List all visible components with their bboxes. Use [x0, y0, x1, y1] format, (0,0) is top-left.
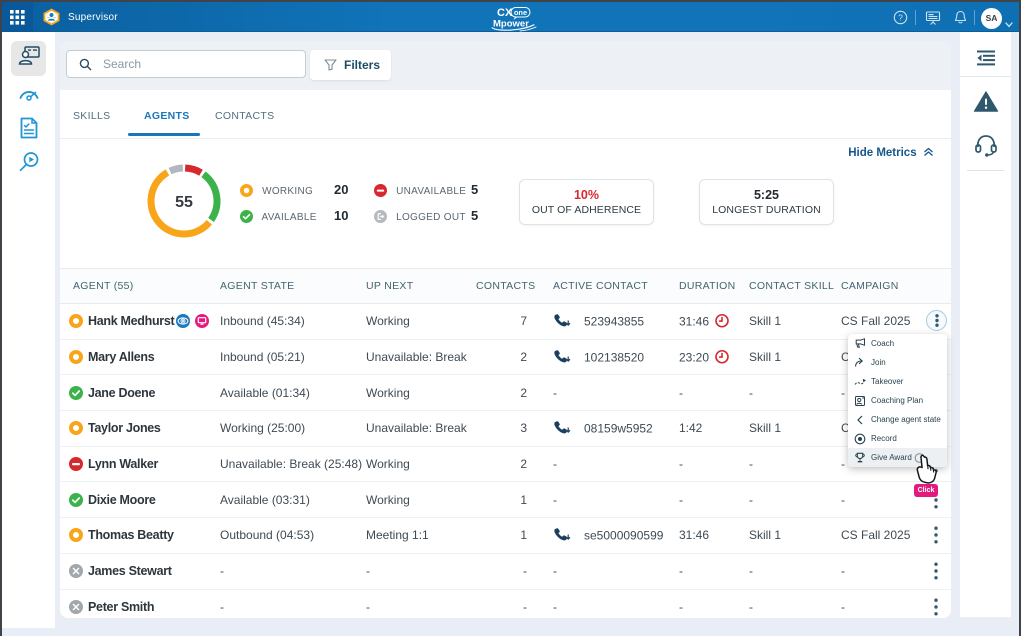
svg-text:55: 55: [175, 194, 193, 211]
svg-text:?: ?: [898, 13, 903, 23]
svg-text:one: one: [514, 8, 527, 17]
